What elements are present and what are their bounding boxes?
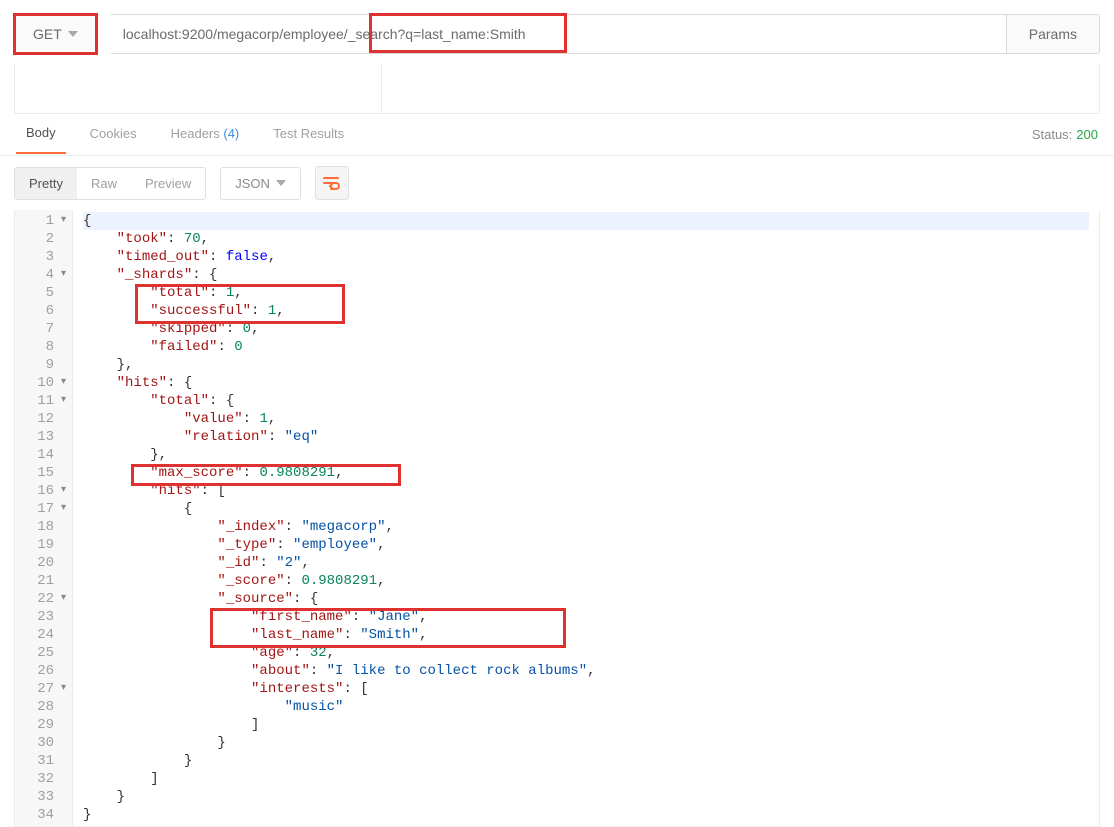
view-preview[interactable]: Preview xyxy=(131,168,205,199)
response-body: 1▾234▾5678910▾11▾1213141516▾17▾181920212… xyxy=(14,210,1100,827)
tab-cookies[interactable]: Cookies xyxy=(80,126,147,153)
mid-panel xyxy=(14,64,1100,114)
tab-headers-label: Headers xyxy=(171,126,220,141)
mid-panel-right xyxy=(382,64,1099,113)
tab-headers-count: (4) xyxy=(223,126,239,141)
chevron-down-icon xyxy=(68,31,78,37)
tab-test-results[interactable]: Test Results xyxy=(263,126,354,153)
params-button[interactable]: Params xyxy=(1007,14,1100,54)
chevron-down-icon xyxy=(276,180,286,186)
wrap-lines-button[interactable] xyxy=(315,166,349,200)
format-select[interactable]: JSON xyxy=(220,167,301,200)
wrap-icon xyxy=(322,175,342,191)
view-raw[interactable]: Raw xyxy=(77,168,131,199)
code-lines[interactable]: { "took": 70, "timed_out": false, "_shar… xyxy=(73,210,1099,826)
status-code: 200 xyxy=(1076,127,1098,142)
response-toolbar: Pretty Raw Preview JSON xyxy=(0,156,1114,210)
mid-panel-left xyxy=(15,64,382,113)
status-label: Status: xyxy=(1032,127,1072,142)
http-method-label: GET xyxy=(33,26,62,42)
format-label: JSON xyxy=(235,176,270,191)
tab-body[interactable]: Body xyxy=(16,125,66,154)
url-input[interactable] xyxy=(123,26,994,42)
response-tabs: Body Cookies Headers (4) Test Results St… xyxy=(0,114,1114,156)
line-gutter: 1▾234▾5678910▾11▾1213141516▾17▾181920212… xyxy=(15,210,73,826)
view-pretty[interactable]: Pretty xyxy=(15,168,77,199)
tab-headers[interactable]: Headers (4) xyxy=(161,126,250,153)
url-input-wrap xyxy=(111,14,1007,54)
view-mode-group: Pretty Raw Preview xyxy=(14,167,206,200)
http-method-select[interactable]: GET xyxy=(14,14,97,54)
status-area: Status: 200 xyxy=(1032,127,1098,152)
